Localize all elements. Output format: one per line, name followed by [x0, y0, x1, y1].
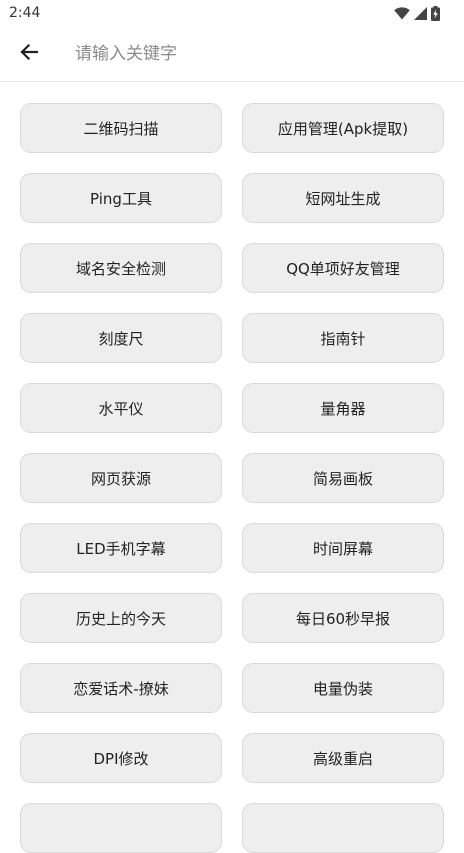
tool-button-label: 简易画板	[312, 469, 373, 488]
wifi-icon	[394, 6, 410, 20]
tool-button-battery-fake[interactable]: 电量伪装	[242, 663, 444, 713]
tool-button-label: 恋爱话术-撩妹	[73, 679, 169, 698]
tool-button-label: 电量伪装	[312, 679, 373, 698]
tool-button-label: 短网址生成	[305, 189, 381, 208]
tool-button-advanced-reboot[interactable]: 高级重启	[242, 733, 444, 783]
tool-button-app-manager[interactable]: 应用管理(Apk提取)	[242, 103, 444, 153]
signal-icon	[414, 6, 427, 20]
tool-button-label: LED手机字幕	[76, 539, 166, 558]
tool-button-label: 高级重启	[312, 749, 373, 768]
tool-button-label: 水平仪	[98, 399, 144, 418]
tool-button-level[interactable]: 水平仪	[20, 383, 222, 433]
tool-button-label: 每日60秒早报	[295, 609, 391, 628]
tool-button-compass[interactable]: 指南针	[242, 313, 444, 363]
tool-button-ruler[interactable]: 刻度尺	[20, 313, 222, 363]
tool-button-web-source[interactable]: 网页获源	[20, 453, 222, 503]
tool-button-time-screen[interactable]: 时间屏幕	[242, 523, 444, 573]
tools-grid: 二维码扫描 应用管理(Apk提取) Ping工具 短网址生成 域名安全检测 QQ…	[20, 103, 444, 853]
tool-button-label: 指南针	[320, 329, 366, 348]
tool-button-qq-friends[interactable]: QQ单项好友管理	[242, 243, 444, 293]
tool-button-led-subtitle[interactable]: LED手机字幕	[20, 523, 222, 573]
arrow-back-icon	[19, 42, 39, 66]
tool-button-qrcode-scan[interactable]: 二维码扫描	[20, 103, 222, 153]
tool-button-dpi-modify[interactable]: DPI修改	[20, 733, 222, 783]
tool-button-partial[interactable]	[20, 803, 222, 853]
status-icons	[394, 5, 440, 21]
battery-charging-icon	[431, 5, 440, 21]
status-bar: 2:44	[0, 0, 464, 26]
back-button[interactable]	[1, 26, 57, 82]
tool-button-domain-check[interactable]: 域名安全检测	[20, 243, 222, 293]
tool-button-label: Ping工具	[90, 189, 152, 208]
app-bar	[0, 26, 464, 82]
tool-button-partial[interactable]	[242, 803, 444, 853]
tool-button-label: 时间屏幕	[312, 539, 373, 558]
tool-button-label: 历史上的今天	[75, 609, 166, 628]
tool-button-label: DPI修改	[93, 749, 149, 768]
tool-button-label: 二维码扫描	[83, 119, 159, 138]
tool-button-ping[interactable]: Ping工具	[20, 173, 222, 223]
tool-button-label: 域名安全检测	[75, 259, 166, 278]
tool-button-love-talk[interactable]: 恋爱话术-撩妹	[20, 663, 222, 713]
tool-button-label: QQ单项好友管理	[286, 259, 400, 278]
search-input[interactable]	[75, 33, 435, 74]
tool-button-label: 量角器	[320, 399, 366, 418]
tool-button-daily-news[interactable]: 每日60秒早报	[242, 593, 444, 643]
status-time: 2:44	[9, 5, 41, 21]
tool-button-label: 刻度尺	[98, 329, 144, 348]
tool-button-short-url[interactable]: 短网址生成	[242, 173, 444, 223]
tool-button-history-today[interactable]: 历史上的今天	[20, 593, 222, 643]
tool-button-drawing-board[interactable]: 简易画板	[242, 453, 444, 503]
tool-button-label: 应用管理(Apk提取)	[277, 119, 409, 138]
tool-button-protractor[interactable]: 量角器	[242, 383, 444, 433]
tool-button-label: 网页获源	[90, 469, 151, 488]
